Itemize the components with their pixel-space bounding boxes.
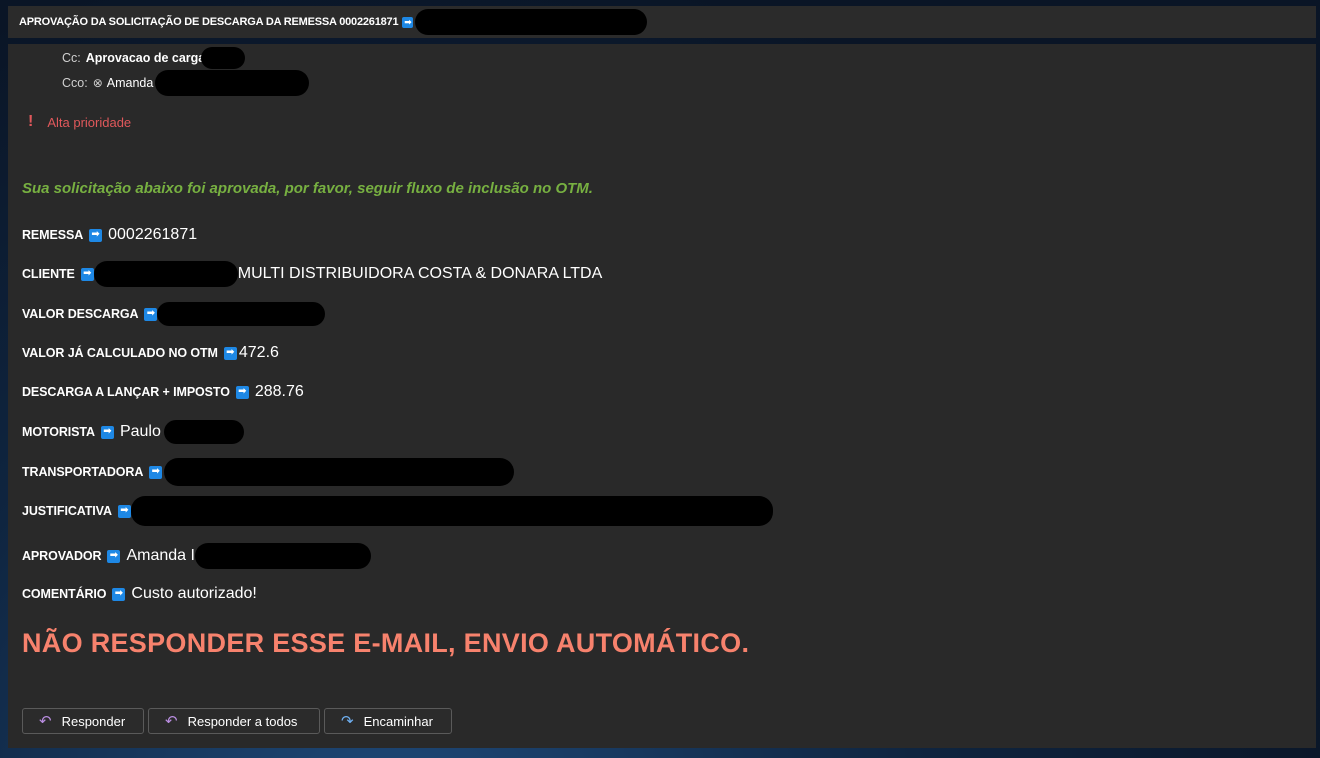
forward-icon: ↷ bbox=[341, 713, 354, 730]
field-motorista: MOTORISTA ➡ Paulo bbox=[22, 420, 244, 444]
field-label: REMESSA bbox=[22, 228, 84, 242]
cc-label: Cc: bbox=[62, 51, 81, 65]
reply-all-button[interactable]: ↶ Responder a todos bbox=[148, 708, 320, 734]
field-value: 472.6 bbox=[238, 344, 279, 361]
forward-button[interactable]: ↷ Encaminhar bbox=[324, 708, 452, 734]
field-label: CLIENTE bbox=[22, 267, 75, 281]
redacted-block bbox=[164, 458, 515, 486]
field-label: MOTORISTA bbox=[22, 425, 95, 439]
cco-line: Cco: ⊗ Amanda bbox=[62, 70, 310, 96]
arrow-right-icon: ➡ bbox=[107, 549, 121, 563]
priority-indicator: ! Alta prioridade bbox=[28, 113, 131, 131]
field-label: VALOR DESCARGA bbox=[22, 307, 139, 321]
arrow-right-icon: ➡ bbox=[117, 504, 131, 518]
arrow-right-icon: ➡ bbox=[144, 307, 158, 321]
field-label: VALOR JÁ CALCULADO NO OTM bbox=[22, 346, 218, 360]
exclamation-icon: ! bbox=[28, 113, 34, 130]
redacted-block bbox=[163, 420, 244, 444]
arrow-right-icon: ➡ bbox=[89, 228, 103, 242]
field-value: MULTI DISTRIBUIDORA COSTA & DONARA LTDA bbox=[237, 265, 603, 282]
arrow-right-icon: ➡ bbox=[223, 346, 237, 360]
redacted-block bbox=[194, 543, 371, 569]
field-transportadora: TRANSPORTADORA ➡ bbox=[22, 458, 515, 486]
field-value: Custo autorizado! bbox=[131, 585, 257, 602]
arrow-right-icon: ➡ bbox=[80, 267, 94, 281]
no-reply-warning: NÃO RESPONDER ESSE E-MAIL, ENVIO AUTOMÁT… bbox=[22, 628, 750, 658]
redacted-block bbox=[157, 302, 326, 326]
cc-recipient[interactable]: Aprovacao de carga bbox=[86, 51, 206, 65]
reply-button[interactable]: ↶ Responder bbox=[22, 708, 144, 734]
field-remessa: REMESSA ➡ 0002261871 bbox=[22, 223, 197, 247]
field-label: APROVADOR bbox=[22, 549, 102, 563]
arrow-right-icon: ➡ bbox=[112, 587, 126, 601]
remove-recipient-icon[interactable]: ⊗ bbox=[93, 76, 103, 90]
field-value: Amanda I bbox=[126, 547, 195, 564]
field-cliente: CLIENTE ➡ MULTI DISTRIBUIDORA COSTA & DO… bbox=[22, 261, 603, 287]
redacted-block bbox=[201, 47, 246, 69]
field-label: COMENTÁRIO bbox=[22, 587, 107, 601]
arrow-right-icon: ➡ bbox=[235, 385, 249, 399]
cco-label: Cco: bbox=[62, 76, 88, 90]
window-title-bar: APROVAÇÃO DA SOLICITAÇÃO DE DESCARGA DA … bbox=[8, 6, 1316, 38]
field-value: 0002261871 bbox=[108, 226, 198, 243]
field-label: DESCARGA A LANÇAR + IMPOSTO bbox=[22, 385, 230, 399]
field-label: JUSTIFICATIVA bbox=[22, 504, 112, 518]
field-valor-otm: VALOR JÁ CALCULADO NO OTM ➡ 472.6 bbox=[22, 341, 279, 365]
redacted-block bbox=[415, 9, 648, 35]
approved-message: Sua solicitação abaixo foi aprovada, por… bbox=[22, 180, 593, 197]
field-justificativa: JUSTIFICATIVA ➡ bbox=[22, 496, 773, 526]
arrow-right-icon: ➡ bbox=[402, 16, 414, 28]
field-aprovador: APROVADOR ➡ Amanda I bbox=[22, 543, 371, 569]
field-comentario: COMENTÁRIO ➡ Custo autorizado! bbox=[22, 582, 257, 606]
arrow-right-icon: ➡ bbox=[149, 465, 163, 479]
redacted-block bbox=[155, 70, 310, 96]
redacted-block bbox=[130, 496, 773, 526]
field-value: 288.76 bbox=[254, 383, 304, 400]
email-reading-pane: Cc: Aprovacao de carga Cco: ⊗ Amanda ! A… bbox=[8, 44, 1316, 748]
field-label: TRANSPORTADORA bbox=[22, 465, 144, 479]
reply-icon: ↶ bbox=[39, 713, 52, 730]
reply-all-label: Responder a todos bbox=[187, 713, 298, 729]
window-title: APROVAÇÃO DA SOLICITAÇÃO DE DESCARGA DA … bbox=[19, 16, 399, 28]
forward-label: Encaminhar bbox=[363, 713, 433, 729]
reply-all-icon: ↶ bbox=[165, 713, 178, 730]
field-descarga-lancar: DESCARGA A LANÇAR + IMPOSTO ➡ 288.76 bbox=[22, 380, 304, 404]
arrow-right-icon: ➡ bbox=[100, 425, 114, 439]
cc-line: Cc: Aprovacao de carga bbox=[62, 47, 246, 69]
reply-label: Responder bbox=[61, 713, 126, 729]
cco-recipient[interactable]: Amanda bbox=[107, 76, 154, 90]
field-valor-descarga: VALOR DESCARGA ➡ bbox=[22, 302, 326, 326]
field-value: Paulo bbox=[119, 423, 161, 440]
redacted-block bbox=[93, 261, 238, 287]
priority-label: Alta prioridade bbox=[47, 114, 132, 130]
